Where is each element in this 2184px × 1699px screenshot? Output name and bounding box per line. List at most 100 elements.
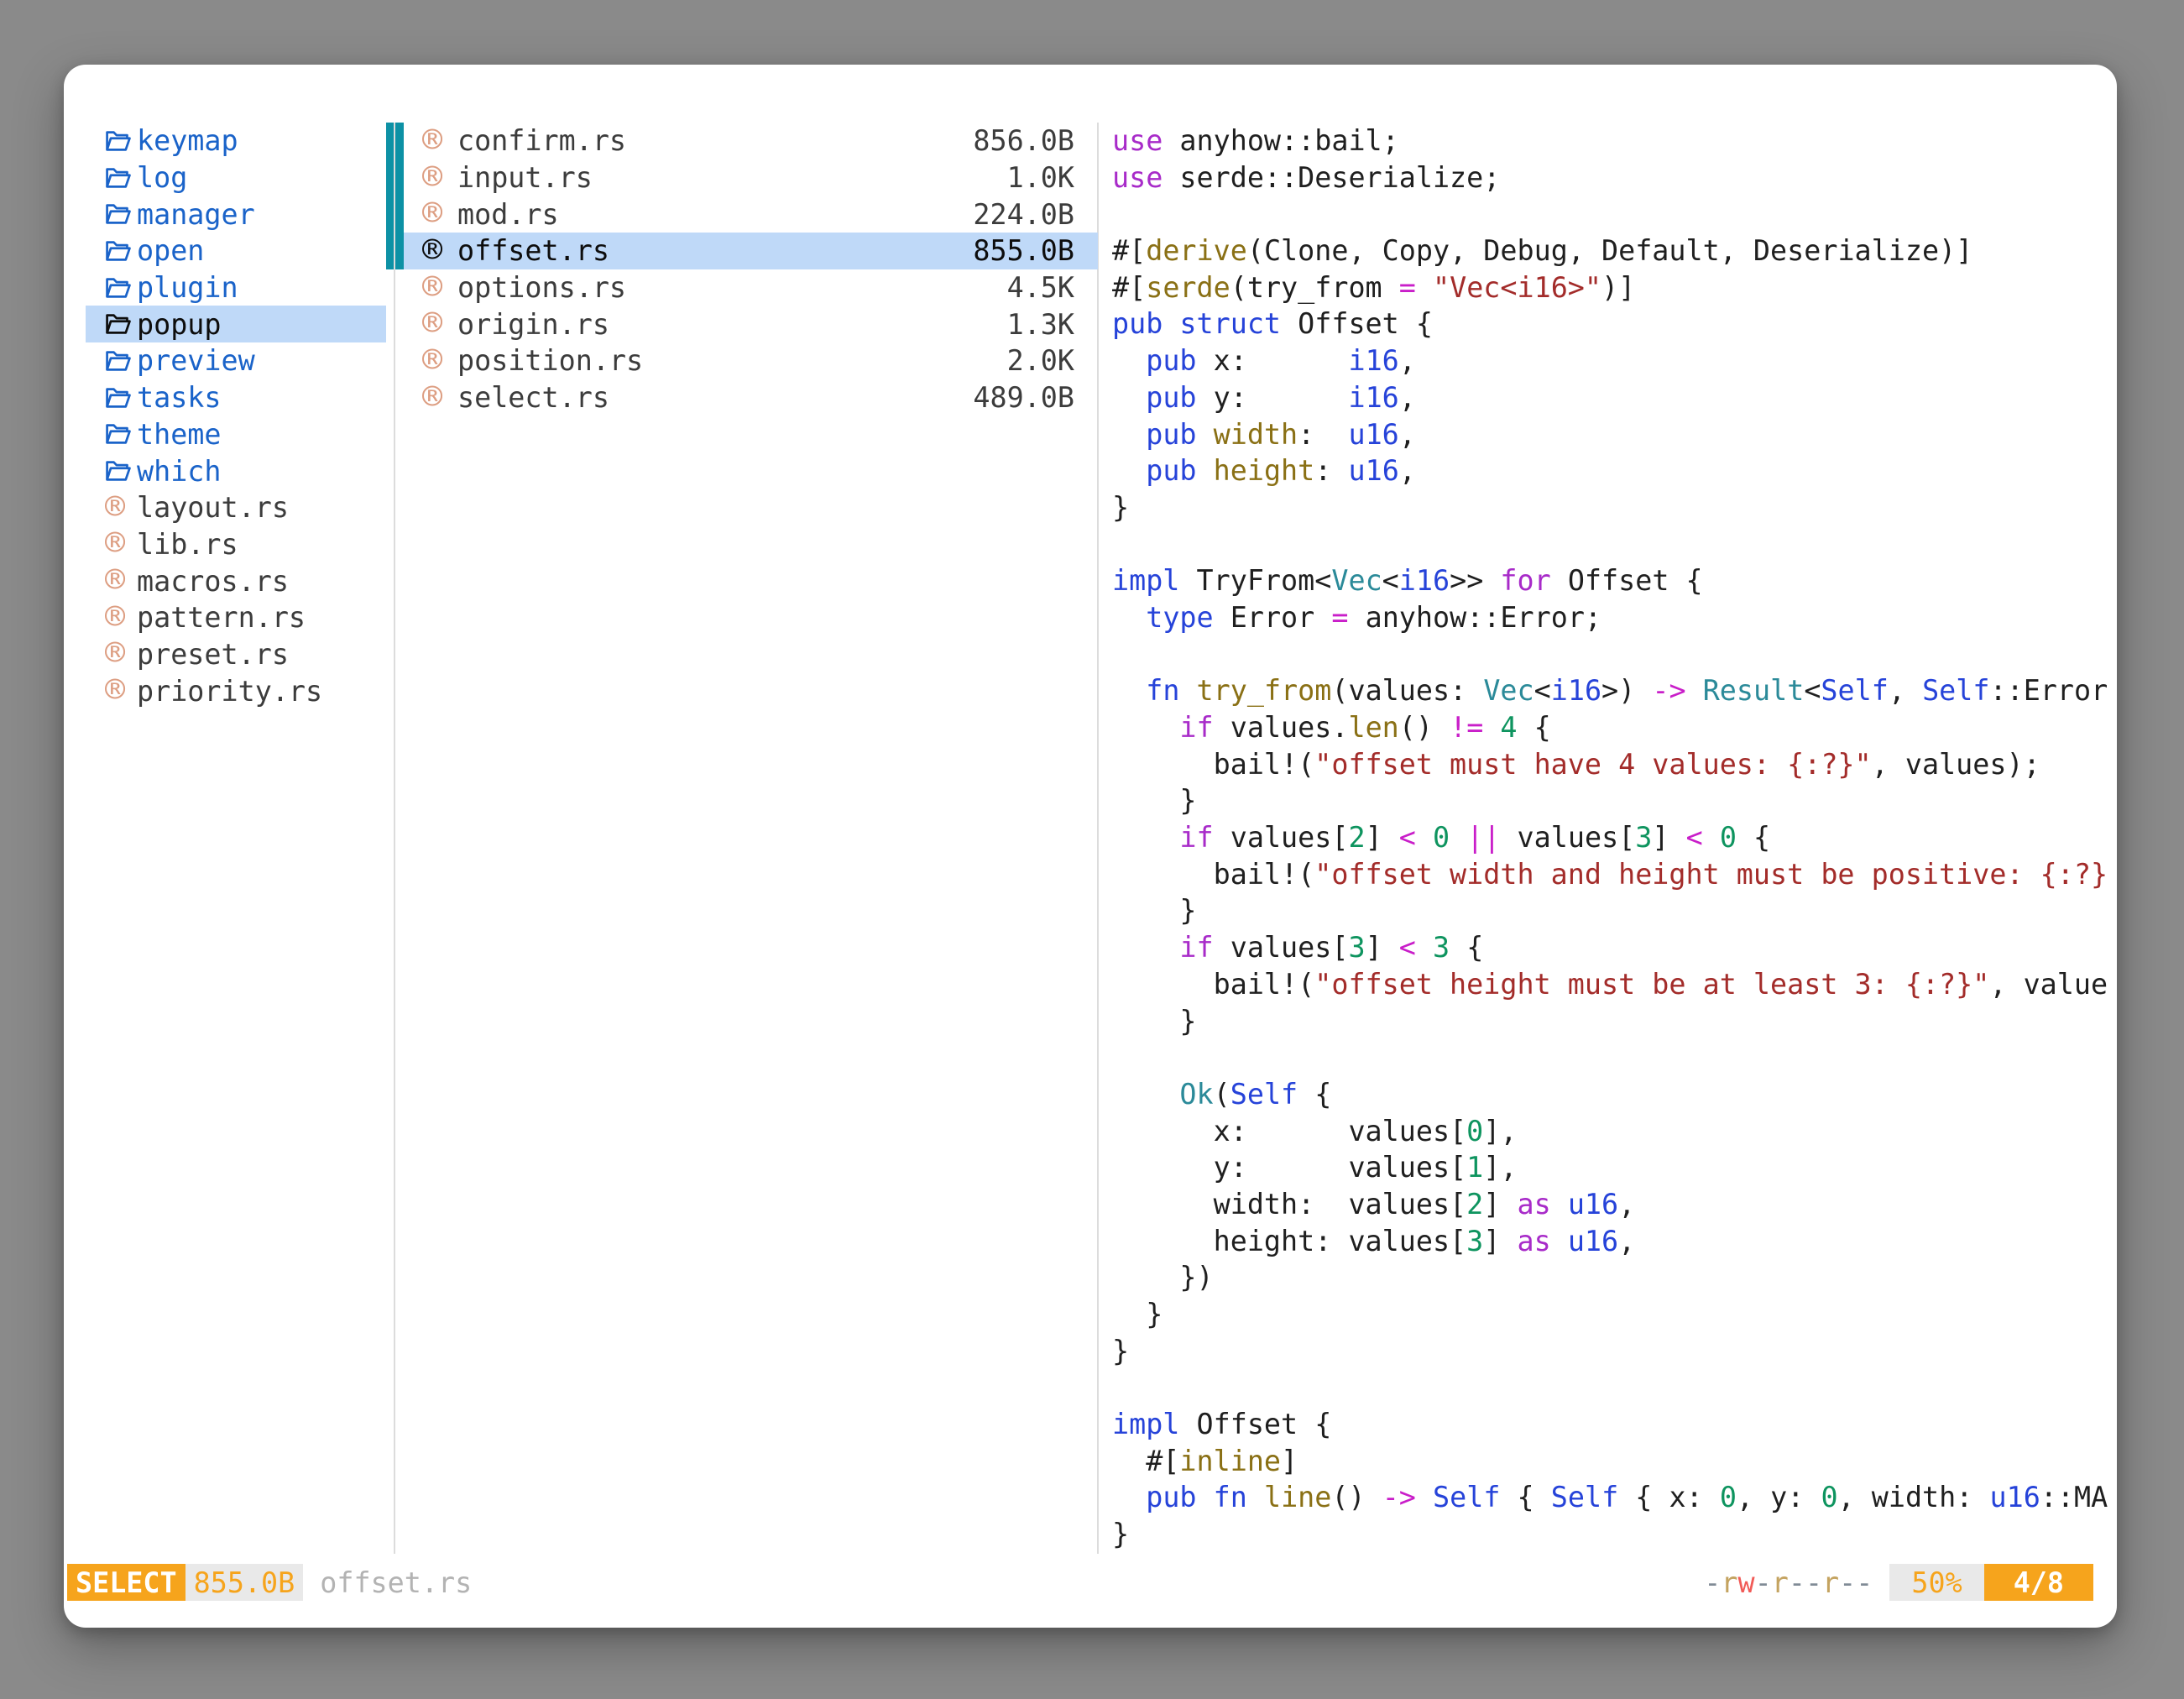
code-token: type [1146,601,1213,634]
code-line: pub width: u16, [1112,416,2109,453]
code-token: () [1331,1481,1382,1513]
code-token: #[ [1112,1445,1179,1477]
code-token [1112,1078,1179,1111]
file-item-confirm-rs[interactable]: ®confirm.rs856.0B [404,123,1098,159]
permission-char: r [1822,1566,1839,1599]
code-token: Offset { [1551,564,1703,597]
code-token: Error [1214,601,1332,634]
file-item-options-rs[interactable]: ®options.rs4.5K [404,269,1098,306]
code-line: } [1112,489,2109,526]
code-token [1416,1481,1433,1513]
code-token [1197,454,1214,487]
code-line: } [1112,892,2109,929]
code-token: Self [1433,1481,1500,1513]
code-token: = [1399,271,1416,304]
file-item-macros-rs[interactable]: ®macros.rs [86,562,386,599]
dir-item-manager[interactable]: manager [86,196,386,233]
file-item-origin-rs[interactable]: ®origin.rs1.3K [404,306,1098,342]
code-token: "offset width and height must be positiv… [1314,858,2108,891]
entry-name: lib.rs [137,528,238,561]
file-item-mod-rs[interactable]: ®mod.rs224.0B [404,196,1098,233]
entry-size: 4.5K [1007,271,1074,304]
folder-open-icon [105,276,137,300]
dir-item-plugin[interactable]: plugin [86,269,386,306]
code-line: fn try_from(values: Vec<i16>) -> Result<… [1112,672,2109,709]
code-token: pub [1146,1481,1196,1513]
file-item-position-rs[interactable]: ®position.rs2.0K [404,342,1098,379]
code-token [1112,931,1179,964]
dir-item-popup[interactable]: popup [86,306,386,342]
dir-item-preview[interactable]: preview [86,342,386,379]
code-token: >) [1601,674,1652,707]
code-line: pub fn line() -> Self { Self { x: 0, y: … [1112,1479,2109,1516]
dir-item-which[interactable]: which [86,452,386,489]
code-token: serde [1146,271,1230,304]
entry-name: keymap [137,124,238,157]
code-token: values[ [1214,821,1349,854]
code-token: values[ [1500,821,1635,854]
file-item-input-rs[interactable]: ®input.rs1.0K [404,159,1098,196]
code-token: bail!( [1112,748,1314,781]
code-line: } [1112,1333,2109,1370]
dir-item-open[interactable]: open [86,233,386,269]
code-token: { x: [1618,1481,1720,1513]
file-item-offset-rs[interactable]: ®offset.rs855.0B [404,233,1098,269]
code-token: -> [1652,674,1685,707]
code-token: , [1399,344,1416,377]
code-token: 3 [1466,1225,1483,1257]
file-item-preset-rs[interactable]: ®preset.rs [86,636,386,673]
entry-name: mod.rs [457,198,559,231]
dir-item-keymap[interactable]: keymap [86,123,386,159]
code-token: 3 [1635,821,1652,854]
rust-logo-glyph: ® [422,233,442,267]
mode-badge: SELECT [67,1564,185,1601]
code-token: x: values[ [1112,1115,1466,1147]
code-token: values. [1214,711,1349,744]
dir-item-log[interactable]: log [86,159,386,196]
entry-name: preset.rs [137,638,289,671]
code-token: bail!( [1112,858,1314,891]
code-token: , [1399,418,1416,451]
code-line [1112,526,2109,563]
code-line [1112,1039,2109,1076]
code-token: ::Error [1989,674,2108,707]
entry-name: tasks [137,381,222,414]
code-token: Offset { [1179,1408,1331,1440]
code-token [1247,1481,1264,1513]
file-item-select-rs[interactable]: ®select.rs 489.0B [404,379,1098,416]
code-token: if [1179,711,1213,744]
code-token: , [1618,1188,1635,1221]
scroll-percent-badge: 50% [1889,1564,1983,1601]
rust-logo-glyph: ® [422,123,442,157]
file-item-layout-rs[interactable]: ®layout.rs [86,489,386,526]
code-token: 4 [1500,711,1517,744]
code-token: } [1112,1335,1129,1367]
rust-file-icon: ® [422,381,457,415]
code-token: Vec [1331,564,1382,597]
dir-item-theme[interactable]: theme [86,416,386,453]
entry-name: open [137,234,204,267]
code-token [1416,931,1433,964]
entry-size: 489.0B [973,381,1074,414]
code-token: 0 [1821,1481,1837,1513]
code-line: } [1112,1516,2109,1553]
code-token: u16 [1348,454,1398,487]
code-line: pub x: i16, [1112,342,2109,379]
entry-name: select.rs [457,381,609,414]
code-preview-pane: use anyhow::bail;use serde::Deserialize;… [1112,123,2109,1555]
code-line: y: values[1], [1112,1149,2109,1186]
dir-item-tasks[interactable]: tasks [86,379,386,416]
code-token: i16 [1399,564,1450,597]
code-token: , width: [1838,1481,1990,1513]
code-token: width [1214,418,1298,451]
code-token: Result [1703,674,1805,707]
file-item-lib-rs[interactable]: ®lib.rs [86,526,386,563]
file-item-pattern-rs[interactable]: ®pattern.rs [86,599,386,636]
entry-name: pattern.rs [137,601,306,634]
code-token: y: values[ [1112,1151,1466,1184]
code-token: , value [1989,968,2108,1001]
code-token: height [1214,454,1315,487]
file-item-priority-rs[interactable]: ®priority.rs [86,672,386,709]
code-token: ] [1366,931,1399,964]
rust-file-icon: ® [422,197,457,231]
